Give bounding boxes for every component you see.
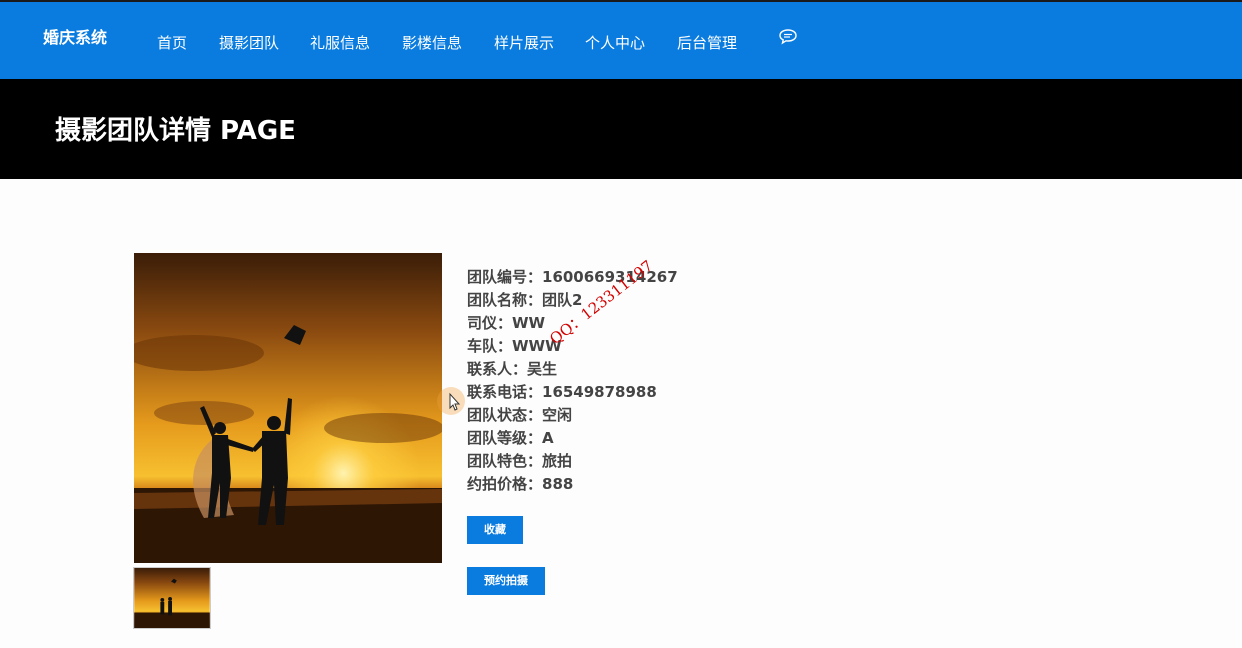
favorite-button[interactable]: 收藏 — [467, 516, 523, 544]
team-main-photo — [134, 253, 442, 563]
team-status: 团队状态：空闲 — [467, 406, 573, 424]
team-fleet: 车队：WWW — [467, 337, 562, 355]
nav-item-admin[interactable]: 后台管理 — [677, 32, 737, 53]
nav-item-samples[interactable]: 样片展示 — [494, 32, 554, 53]
book-shoot-button[interactable]: 预约拍摄 — [467, 567, 545, 595]
page-hero-banner: 摄影团队详情 PAGE — [0, 79, 1242, 179]
nav-item-studio-info[interactable]: 影楼信息 — [402, 32, 462, 53]
team-photo-thumbnail[interactable] — [133, 567, 211, 629]
chat-icon[interactable] — [778, 28, 798, 46]
team-name: 团队名称：团队2 — [467, 291, 583, 309]
team-phone: 联系电话：16549878988 — [467, 383, 657, 401]
top-navbar: 婚庆系统 首页 摄影团队 礼服信息 影楼信息 样片展示 个人中心 后台管理 — [0, 2, 1242, 79]
nav-item-personal-center[interactable]: 个人中心 — [585, 32, 645, 53]
team-info-list: 团队编号：1600669314267 团队名称：团队2 司仪：WW 车队：WWW… — [467, 266, 678, 496]
nav-item-dress-info[interactable]: 礼服信息 — [310, 32, 370, 53]
nav-item-home[interactable]: 首页 — [157, 32, 187, 53]
mouse-cursor-icon — [437, 387, 465, 415]
page-title: 摄影团队详情 PAGE — [55, 116, 296, 146]
nav-item-photo-team[interactable]: 摄影团队 — [219, 32, 279, 53]
team-feature: 团队特色：旅拍 — [467, 452, 573, 470]
team-level: 团队等级：A — [467, 429, 554, 447]
team-price: 约拍价格：888 — [467, 475, 574, 493]
team-contact: 联系人：吴生 — [467, 360, 558, 378]
site-brand[interactable]: 婚庆系统 — [43, 24, 107, 48]
